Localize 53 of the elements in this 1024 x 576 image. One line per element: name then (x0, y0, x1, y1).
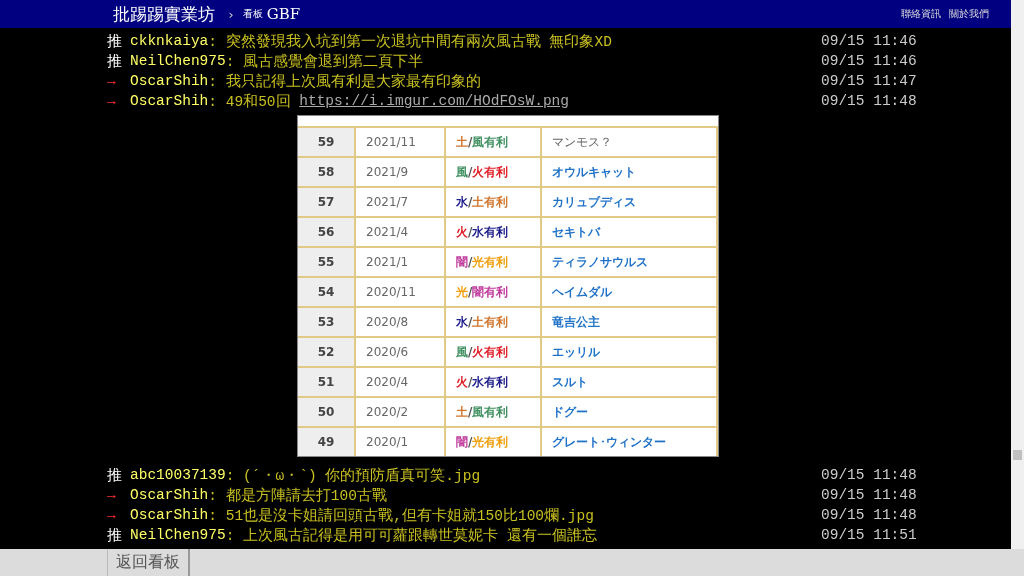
push-content: : (´・ω・`) 你的預防盾真可笑.jpg (225, 466, 481, 485)
push-time: 09/15 11:46 (821, 53, 918, 69)
push-user: NeilChen975 (130, 527, 226, 543)
push-user: OscarShih (130, 93, 209, 109)
push-tag: → (107, 93, 130, 109)
table-cell: 52 (298, 338, 356, 366)
table-cell: 58 (298, 158, 356, 186)
push-tag: → (107, 507, 130, 523)
board-label: 看板 (242, 7, 263, 21)
scrollbar-thumb[interactable] (1013, 450, 1022, 460)
table-cell: 55 (298, 248, 356, 276)
push-tag: 推 (107, 525, 130, 545)
push-tag: 推 (107, 465, 130, 485)
push-content: : 上次風古記得是用可可蘿跟轉世莫妮卡 還有一個誰忘 (225, 526, 597, 545)
table-cell: 49 (298, 428, 356, 456)
push-time: 09/15 11:47 (821, 73, 918, 89)
table-cell: 57 (298, 188, 356, 216)
push-content: : 51也是沒卡姐請回頭古戰,但有卡姐就150比100爛.jpg (208, 506, 594, 525)
push-user: OscarShih (130, 487, 209, 503)
push-content: : 49和50回 (208, 92, 292, 111)
push-time: 09/15 11:48 (821, 507, 918, 523)
table-cell: 53 (298, 308, 356, 336)
push-time: 09/15 11:48 (821, 467, 918, 483)
push-time: 09/15 11:48 (821, 487, 918, 503)
push-user: OscarShih (130, 73, 209, 89)
breadcrumb-separator: › (227, 6, 235, 22)
site-title[interactable]: 批踢踢實業坊 (113, 2, 215, 26)
table-cell: 59 (298, 128, 356, 156)
push-tag: 推 (107, 51, 130, 71)
header-link[interactable]: 聯絡資訊 (901, 7, 941, 21)
push-content: : 我只記得上次風有利是大家最有印象的 (208, 72, 481, 91)
push-link[interactable]: https://i.imgur.com/HOdFOsW.png (299, 93, 569, 109)
push-user: abc10037139 (130, 467, 226, 483)
table-cell: 50 (298, 398, 356, 426)
board-name[interactable]: GBF (266, 5, 301, 23)
push-time: 09/15 11:48 (821, 93, 918, 109)
push-user: OscarShih (130, 507, 209, 523)
header-link[interactable]: 關於我們 (949, 7, 989, 21)
push-user: NeilChen975 (130, 53, 226, 69)
push-time: 09/15 11:46 (821, 33, 918, 49)
push-time: 09/15 11:51 (821, 527, 918, 543)
push-content: : 突然發現我入坑到第一次退坑中間有兩次風古戰 無印象XD (208, 32, 612, 51)
table-cell: 51 (298, 368, 356, 396)
push-content: : 風古感覺會退到第二頁下半 (225, 52, 424, 71)
push-tag: → (107, 73, 130, 89)
push-user: ckknkaiya (130, 33, 209, 49)
scrollbar[interactable] (1011, 0, 1024, 549)
push-tag: → (107, 487, 130, 503)
back-button[interactable]: 返回看板 (107, 549, 190, 576)
table-cell: 54 (298, 278, 356, 306)
push-tag: 推 (107, 31, 130, 51)
push-content: : 都是方陣請去打100古戰 (208, 486, 387, 505)
table-cell: 56 (298, 218, 356, 246)
